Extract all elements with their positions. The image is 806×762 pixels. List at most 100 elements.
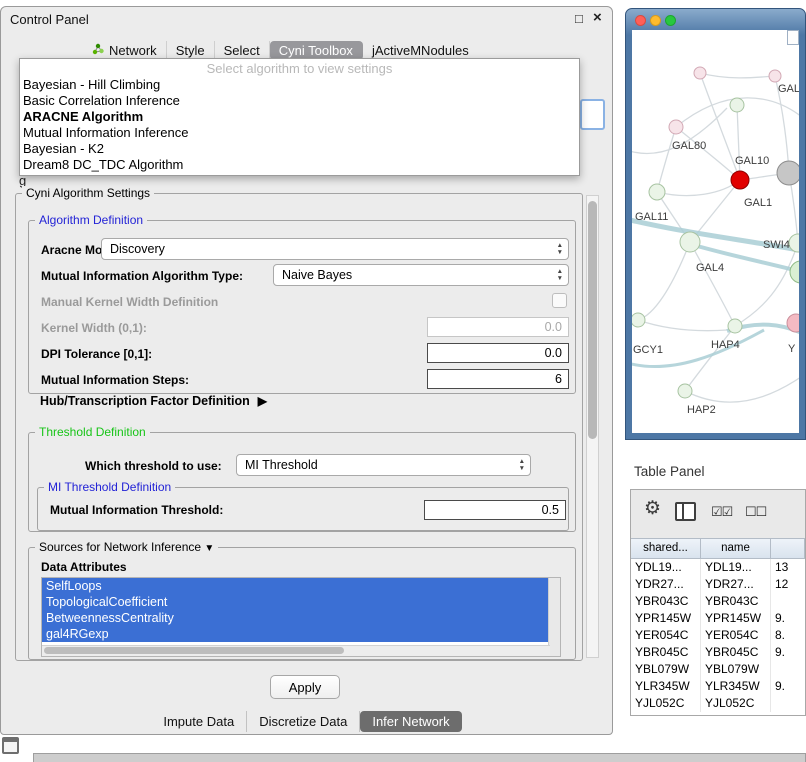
- table-cell: YER054C: [701, 627, 771, 644]
- network-edge: [657, 127, 676, 192]
- attribute-list-item[interactable]: BetweennessCentrality: [42, 610, 550, 626]
- table-row[interactable]: YDR27...YDR27...12: [631, 576, 805, 593]
- network-node[interactable]: [790, 261, 799, 283]
- table-row[interactable]: YLR345WYLR345W9.: [631, 678, 805, 695]
- network-edge: [735, 243, 798, 326]
- network-edge: [700, 73, 775, 78]
- table-row[interactable]: YER054CYER054C8.: [631, 627, 805, 644]
- table-cell: YBL079W: [631, 661, 701, 678]
- network-node[interactable]: [777, 161, 799, 185]
- table-cell: YJL052C: [631, 695, 701, 712]
- dpi-tolerance-label: DPI Tolerance [0,1]:: [41, 347, 152, 361]
- combo-arrows-icon: ▲▼: [557, 242, 563, 256]
- mi-type-select[interactable]: Naive Bayes ▲▼: [273, 264, 569, 286]
- network-node-label: GCY1: [633, 344, 663, 356]
- network-node[interactable]: [632, 313, 645, 327]
- algorithm-option[interactable]: Mutual Information Inference: [20, 125, 579, 141]
- mac-close-button[interactable]: [635, 15, 646, 26]
- table-cell: 8.: [771, 627, 805, 644]
- attribute-list-item[interactable]: gal4RGexp: [42, 626, 550, 642]
- mi-steps-label: Mutual Information Steps:: [41, 373, 189, 387]
- close-window-icon[interactable]: ×: [593, 9, 602, 26]
- manual-kernel-checkbox[interactable]: [552, 293, 567, 308]
- collapsed-panel-icon[interactable]: [2, 737, 19, 754]
- list-scrollbar-thumb[interactable]: [44, 647, 344, 654]
- mac-zoom-button[interactable]: [665, 15, 676, 26]
- mi-threshold-definition-group: MI Threshold Definition Mutual Informati…: [37, 487, 569, 531]
- aracne-mode-select[interactable]: Discovery ▲▼: [101, 238, 569, 260]
- hub-definition-toggle[interactable]: Hub/Transcription Factor Definition ▶: [40, 394, 267, 408]
- column-header-name[interactable]: name: [701, 539, 771, 558]
- table-row[interactable]: YDL19...YDL19...13: [631, 559, 805, 576]
- attribute-list-item[interactable]: TopologicalCoefficient: [42, 594, 550, 610]
- algorithm-option[interactable]: Dream8 DC_TDC Algorithm: [20, 157, 579, 173]
- algorithm-option[interactable]: Bayesian - Hill Climbing: [20, 77, 579, 93]
- network-node[interactable]: [678, 384, 692, 398]
- apply-button[interactable]: Apply: [270, 675, 340, 699]
- collapse-down-icon[interactable]: ▼: [204, 543, 214, 554]
- settings-group-title: Cyni Algorithm Settings: [22, 186, 154, 200]
- column-header-partial[interactable]: [771, 539, 805, 558]
- mi-type-label: Mutual Information Algorithm Type:: [41, 269, 243, 283]
- mi-steps-field[interactable]: 6: [427, 369, 569, 389]
- algorithm-popup-list: Bayesian - Hill ClimbingBasic Correlatio…: [20, 77, 579, 173]
- table-row[interactable]: YBR043CYBR043C: [631, 593, 805, 610]
- deselect-all-icon[interactable]: ☐☐: [745, 504, 766, 520]
- attr-list-items: SelfLoopsTopologicalCoefficientBetweenne…: [42, 578, 560, 642]
- manual-kernel-label: Manual Kernel Width Definition: [41, 295, 218, 309]
- threshold-type-select[interactable]: MI Threshold ▲▼: [236, 454, 531, 476]
- network-node[interactable]: [769, 70, 781, 82]
- network-node[interactable]: [728, 319, 742, 333]
- table-body: YDL19...YDL19...13YDR27...YDR27...12YBR0…: [631, 559, 805, 715]
- algorithm-option[interactable]: ARACNE Algorithm: [20, 109, 579, 125]
- settings-scrollbar[interactable]: [586, 195, 599, 658]
- control-panel-window: Control Panel □ × NetworkStyleSelectCyni…: [0, 6, 613, 735]
- column-selector-icon[interactable]: [675, 502, 696, 521]
- network-node[interactable]: [649, 184, 665, 200]
- table-row[interactable]: YBL079WYBL079W: [631, 661, 805, 678]
- table-row[interactable]: YJL052CYJL052C: [631, 695, 805, 712]
- network-edge: [737, 105, 740, 180]
- aracne-mode-value: Discovery: [110, 242, 165, 256]
- table-cell: YBR045C: [701, 644, 771, 661]
- algorithm-option[interactable]: Bayesian - K2: [20, 141, 579, 157]
- list-horizontal-scrollbar[interactable]: [42, 645, 550, 656]
- tab-select[interactable]: Select: [215, 41, 270, 60]
- tab-network[interactable]: Network: [83, 41, 167, 60]
- mi-threshold-field[interactable]: 0.5: [424, 500, 566, 520]
- network-node[interactable]: [680, 232, 700, 252]
- column-header-shared-name[interactable]: shared...: [631, 539, 701, 558]
- network-edge: [657, 180, 740, 196]
- mac-minimize-button[interactable]: [650, 15, 661, 26]
- network-canvas[interactable]: GAL80GALGAL10GAL11GAL1SWI4GAL4GCY1HAP4YH…: [632, 30, 799, 433]
- network-node[interactable]: [669, 120, 683, 134]
- table-row[interactable]: YPR145WYPR145W9.: [631, 610, 805, 627]
- attribute-list-item[interactable]: SelfLoops: [42, 578, 550, 594]
- bottom-tab-impute-data[interactable]: Impute Data: [151, 711, 247, 732]
- tab-jactivemnodules[interactable]: jActiveMNodules: [363, 41, 478, 60]
- tab-cyni-toolbox[interactable]: Cyni Toolbox: [270, 41, 363, 60]
- bottom-tab-infer-network[interactable]: Infer Network: [360, 711, 461, 732]
- network-node-label: GAL4: [696, 262, 724, 274]
- network-node-label: SWI4: [763, 239, 790, 251]
- bottom-tab-discretize-data[interactable]: Discretize Data: [247, 711, 360, 732]
- table-row[interactable]: YBR045CYBR045C9.: [631, 644, 805, 661]
- settings-scrollbar-thumb[interactable]: [588, 201, 597, 439]
- data-attributes-list[interactable]: SelfLoopsTopologicalCoefficientBetweenne…: [41, 577, 561, 657]
- table-cell: YER054C: [631, 627, 701, 644]
- network-node[interactable]: [731, 171, 749, 189]
- network-node[interactable]: [694, 67, 706, 79]
- dpi-tolerance-field[interactable]: 0.0: [427, 343, 569, 363]
- gear-icon[interactable]: ⚙: [644, 497, 661, 520]
- network-node[interactable]: [730, 98, 744, 112]
- tab-style[interactable]: Style: [167, 41, 215, 60]
- float-window-icon[interactable]: □: [575, 11, 583, 26]
- obscured-combobox-fragment: [580, 99, 605, 130]
- combo-arrows-icon: ▲▼: [519, 458, 525, 472]
- canvas-corner-widget[interactable]: [787, 30, 799, 45]
- bottom-tab-bar: Impute DataDiscretize DataInfer Network: [1, 708, 612, 734]
- select-all-icon[interactable]: ☑☑: [711, 504, 732, 520]
- threshold-definition-group: Threshold Definition Which threshold to …: [28, 432, 576, 532]
- table-cell: [771, 695, 805, 712]
- algorithm-option[interactable]: Basic Correlation Inference: [20, 93, 579, 109]
